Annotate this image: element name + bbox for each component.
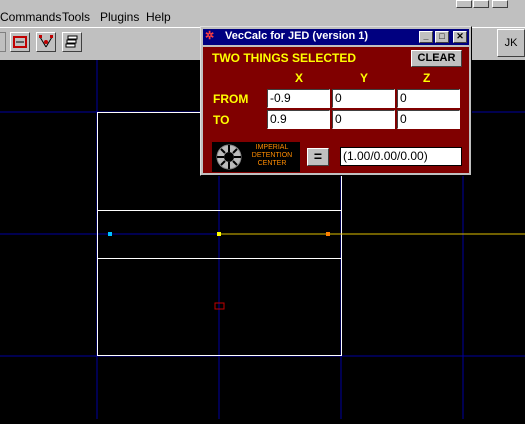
to-y-field[interactable]: 0 — [332, 110, 395, 129]
clear-button[interactable]: CLEAR — [411, 50, 462, 67]
column-header-y: Y — [360, 71, 369, 85]
result-field[interactable]: (1.00/0.00/0.00) — [340, 147, 462, 166]
from-y-field[interactable]: 0 — [332, 89, 395, 108]
jk-button[interactable]: JK — [497, 29, 525, 57]
from-label: FROM — [213, 92, 249, 106]
thing-marker[interactable] — [326, 232, 330, 236]
toolbar-select-things-button[interactable] — [62, 32, 82, 52]
from-x-field[interactable]: -0.9 — [267, 89, 330, 108]
host-close-button[interactable] — [492, 0, 508, 8]
toolbar-button-partial[interactable] — [0, 32, 6, 52]
column-header-z: Z — [423, 71, 431, 85]
layers-icon — [65, 35, 78, 48]
minimize-button[interactable]: _ — [419, 31, 433, 43]
host-maximize-button[interactable] — [473, 0, 489, 8]
imperial-logo: IMPERIAL DETENTION CENTER — [212, 142, 300, 172]
sector-select-icon — [13, 36, 27, 48]
column-header-x: X — [295, 71, 304, 85]
from-z-field[interactable]: 0 — [397, 89, 460, 108]
menubar: Commands Tools Plugins Help — [0, 8, 525, 27]
to-x-field[interactable]: 0.9 — [267, 110, 330, 129]
dialog-titlebar[interactable]: ✲ VecCalc for JED (version 1) _ □ ✕ — [203, 29, 469, 45]
menu-plugins[interactable]: Plugins — [100, 10, 139, 24]
imperial-emblem-icon — [216, 144, 242, 170]
dialog-title: VecCalc for JED (version 1) — [225, 30, 369, 42]
menu-help[interactable]: Help — [146, 10, 171, 24]
logo-text: IMPERIAL DETENTION CENTER — [251, 144, 293, 167]
toolbar-select-sectors-button[interactable] — [10, 32, 30, 52]
sparkle-icon: ✲ — [205, 30, 215, 42]
to-z-field[interactable]: 0 — [397, 110, 460, 129]
equals-button[interactable]: = — [307, 148, 329, 166]
selection-heading: TWO THINGS SELECTED — [212, 51, 356, 65]
thing-marker[interactable] — [217, 232, 221, 236]
menu-commands[interactable]: Commands — [0, 10, 61, 24]
vertex-select-icon — [39, 35, 53, 48]
host-titlebar — [0, 0, 525, 8]
to-label: TO — [213, 113, 230, 127]
host-minimize-button[interactable] — [456, 0, 472, 8]
maximize-button[interactable]: □ — [435, 31, 449, 43]
close-button[interactable]: ✕ — [453, 31, 467, 43]
toolbar-select-vertices-button[interactable] — [36, 32, 56, 52]
veccalc-dialog: ✲ VecCalc for JED (version 1) _ □ ✕ TWO … — [200, 26, 472, 176]
menu-tools[interactable]: Tools — [62, 10, 90, 24]
vertex-marker[interactable] — [108, 232, 112, 236]
